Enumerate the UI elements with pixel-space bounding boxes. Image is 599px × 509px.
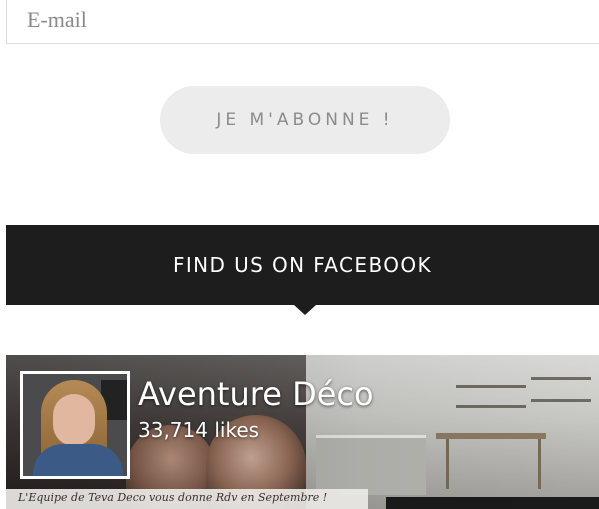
facebook-section-title: FIND US ON FACEBOOK — [172, 253, 433, 277]
header-pointer-arrow — [294, 305, 316, 315]
cover-caption: L'Equipe de Teva Deco vous donne Rdv en … — [18, 491, 328, 504]
facebook-page-name[interactable]: Aventure Déco — [138, 375, 374, 413]
facebook-page-widget[interactable]: Aventure Déco 33,714 likes L'Equipe de T… — [6, 355, 599, 509]
facebook-section-header: FIND US ON FACEBOOK — [6, 225, 599, 305]
email-field[interactable] — [6, 0, 599, 44]
page: JE M'ABONNE ! FIND US ON FACEBOOK Av — [0, 0, 599, 509]
facebook-likes-count: 33,714 likes — [138, 418, 260, 442]
avatar-face — [53, 394, 95, 446]
subscribe-button[interactable]: JE M'ABONNE ! — [160, 86, 450, 154]
page-avatar[interactable] — [20, 371, 130, 479]
avatar-body — [33, 444, 123, 476]
